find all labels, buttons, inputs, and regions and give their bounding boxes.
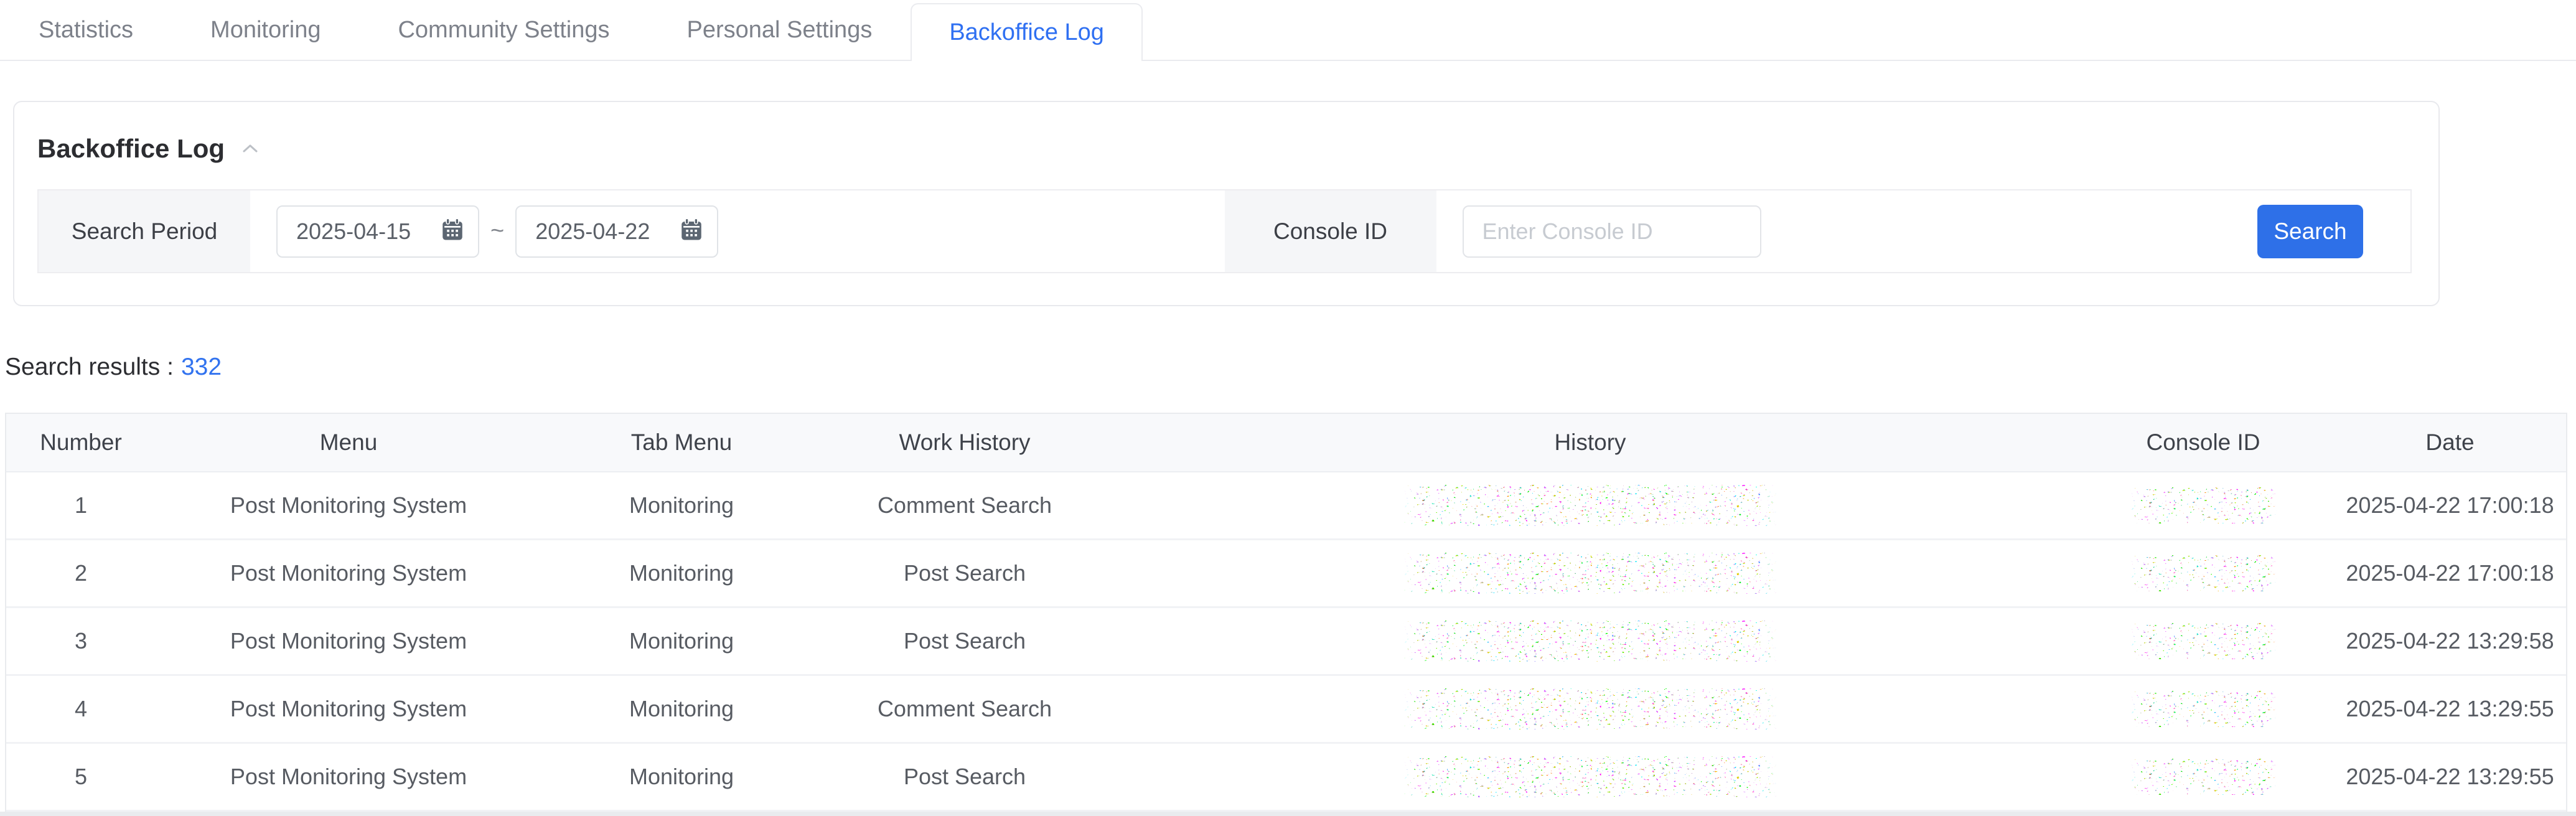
- console-id-input[interactable]: [1463, 205, 1761, 258]
- pixelated-text: [1403, 485, 1777, 526]
- search-period-label: Search Period: [39, 190, 250, 272]
- search-button[interactable]: Search: [2257, 205, 2363, 258]
- cell-console-id-redacted: [2073, 691, 2334, 727]
- tab-personal-settings[interactable]: Personal Settings: [648, 0, 911, 60]
- cell-history-redacted: [1108, 553, 2073, 594]
- pixelated-text: [1403, 756, 1777, 797]
- header-date: Date: [2334, 429, 2566, 456]
- header-tab-menu: Tab Menu: [541, 429, 822, 456]
- cell-tab-menu: Monitoring: [541, 492, 822, 518]
- cell-menu: Post Monitoring System: [156, 492, 541, 518]
- cell-tab-menu: Monitoring: [541, 628, 822, 654]
- pixelated-text: [1403, 688, 1777, 729]
- tab-backoffice-log[interactable]: Backoffice Log: [911, 3, 1143, 61]
- pixelated-text: [2130, 487, 2277, 523]
- search-period-group: Search Period: [39, 190, 1225, 272]
- table-row: 1 Post Monitoring System Monitoring Comm…: [6, 472, 2566, 540]
- table-row: 2 Post Monitoring System Monitoring Post…: [6, 540, 2566, 608]
- cell-date: 2025-04-22 13:29:55: [2334, 696, 2566, 722]
- date-from-input[interactable]: [296, 218, 426, 245]
- pixelated-text: [2130, 555, 2277, 591]
- tab-monitoring[interactable]: Monitoring: [172, 0, 359, 60]
- backoffice-log-panel: Backoffice Log Search Period: [13, 101, 2440, 306]
- cell-history-redacted: [1108, 485, 2073, 526]
- chevron-up-icon: [241, 143, 260, 155]
- pixelated-text: [2130, 623, 2277, 659]
- cell-history-redacted: [1108, 621, 2073, 662]
- table-row: 4 Post Monitoring System Monitoring Comm…: [6, 676, 2566, 744]
- panel-header: Backoffice Log: [14, 102, 2438, 168]
- search-results-label: Search results :: [5, 354, 174, 381]
- cell-tab-menu: Monitoring: [541, 764, 822, 790]
- cell-work-history: Post Search: [822, 764, 1108, 790]
- cell-number: 2: [6, 560, 156, 586]
- cell-number: 3: [6, 628, 156, 654]
- date-from-field[interactable]: [276, 205, 479, 258]
- console-id-label: Console ID: [1225, 190, 1436, 272]
- cell-console-id-redacted: [2073, 759, 2334, 795]
- pixelated-text: [1403, 621, 1777, 662]
- cell-number: 1: [6, 492, 156, 518]
- cell-console-id-redacted: [2073, 487, 2334, 523]
- date-to-input[interactable]: [535, 218, 665, 245]
- cell-work-history: Comment Search: [822, 696, 1108, 722]
- table-header-row: Number Menu Tab Menu Work History Histor…: [6, 414, 2566, 472]
- tab-community-settings[interactable]: Community Settings: [359, 0, 648, 60]
- table-row: 3 Post Monitoring System Monitoring Post…: [6, 608, 2566, 676]
- search-form-row: Search Period: [37, 189, 2412, 273]
- cell-menu: Post Monitoring System: [156, 696, 541, 722]
- cell-number: 5: [6, 764, 156, 790]
- cell-menu: Post Monitoring System: [156, 628, 541, 654]
- cell-work-history: Comment Search: [822, 492, 1108, 518]
- header-history: History: [1108, 429, 2073, 456]
- search-period-fields: ~: [250, 190, 718, 272]
- cell-work-history: Post Search: [822, 628, 1108, 654]
- pixelated-text: [2130, 691, 2277, 727]
- header-work-history: Work History: [822, 429, 1108, 456]
- cell-date: 2025-04-22 17:00:18: [2334, 560, 2566, 586]
- search-results-count: 332: [181, 354, 222, 381]
- viewport-cutoff-strip: [0, 812, 2576, 816]
- cell-menu: Post Monitoring System: [156, 764, 541, 790]
- tab-statistics[interactable]: Statistics: [0, 0, 172, 60]
- calendar-icon[interactable]: [439, 217, 466, 246]
- cell-tab-menu: Monitoring: [541, 696, 822, 722]
- cell-work-history: Post Search: [822, 560, 1108, 586]
- header-console-id: Console ID: [2073, 429, 2334, 456]
- cell-tab-menu: Monitoring: [541, 560, 822, 586]
- header-menu: Menu: [156, 429, 541, 456]
- pixelated-text: [2130, 759, 2277, 795]
- cell-date: 2025-04-22 13:29:58: [2334, 628, 2566, 654]
- panel-title: Backoffice Log: [37, 129, 225, 168]
- console-id-group: Console ID: [1225, 190, 2411, 272]
- cell-history-redacted: [1108, 688, 2073, 729]
- tab-bar: Statistics Monitoring Community Settings…: [0, 0, 2576, 61]
- backoffice-log-table: Number Menu Tab Menu Work History Histor…: [5, 413, 2567, 812]
- cell-console-id-redacted: [2073, 623, 2334, 659]
- cell-date: 2025-04-22 17:00:18: [2334, 492, 2566, 518]
- search-results-line: Search results : 332: [5, 354, 2576, 381]
- cell-date: 2025-04-22 13:29:55: [2334, 764, 2566, 790]
- table-row: 5 Post Monitoring System Monitoring Post…: [6, 744, 2566, 812]
- cell-history-redacted: [1108, 756, 2073, 797]
- console-id-fields: [1436, 190, 1761, 272]
- collapse-panel-button[interactable]: [241, 143, 260, 155]
- date-to-field[interactable]: [515, 205, 718, 258]
- cell-console-id-redacted: [2073, 555, 2334, 591]
- pixelated-text: [1403, 553, 1777, 594]
- calendar-icon[interactable]: [678, 217, 705, 246]
- cell-number: 4: [6, 696, 156, 722]
- date-range-separator: ~: [490, 218, 504, 245]
- cell-menu: Post Monitoring System: [156, 560, 541, 586]
- header-number: Number: [6, 429, 156, 456]
